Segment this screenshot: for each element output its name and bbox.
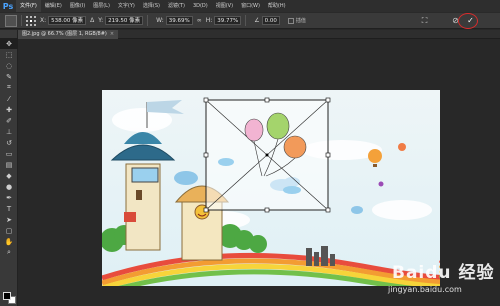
y-position-field[interactable]: 219.50 像素 (105, 16, 144, 25)
y-label: Y: (98, 17, 104, 24)
menu-layer[interactable]: 图层(L) (89, 0, 114, 12)
close-icon[interactable]: × (110, 31, 114, 37)
commit-highlight-circle (458, 13, 478, 29)
shape-icon[interactable]: ▢ (0, 225, 18, 236)
height-percent-field[interactable]: 39.77% (214, 16, 242, 25)
watermark-url: jingyan.baidu.com (388, 285, 462, 294)
path-select-icon[interactable]: ➤ (0, 214, 18, 225)
x-position-field[interactable]: 538.00 像素 (48, 16, 87, 25)
foreground-color-swatch[interactable] (3, 292, 11, 300)
menu-3d[interactable]: 3D(D) (189, 0, 212, 12)
photoshop-logo: Ps (2, 1, 14, 11)
menu-help[interactable]: 帮助(H) (264, 0, 290, 12)
h-label: H: (205, 17, 213, 24)
menu-filter[interactable]: 滤镜(T) (164, 0, 189, 12)
transform-tool-preset-icon[interactable] (5, 14, 17, 27)
hand-icon[interactable]: ✋ (0, 236, 18, 247)
baidu-jingyan-watermark: Baidu 经验 (392, 258, 494, 283)
eraser-icon[interactable]: ▭ (0, 148, 18, 159)
menu-select[interactable]: 选择(S) (139, 0, 164, 12)
move-icon[interactable]: ✥ (0, 38, 18, 49)
panel-grip (0, 30, 17, 38)
angle-icon: ∠ (254, 17, 260, 24)
menu-view[interactable]: 视图(V) (212, 0, 237, 12)
healing-icon[interactable]: ✚ (0, 104, 18, 115)
pen-icon[interactable]: ✒ (0, 192, 18, 203)
interpolation-checkbox[interactable] (287, 17, 294, 24)
clone-stamp-icon[interactable]: ⊥ (0, 126, 18, 137)
zoom-icon[interactable]: ⌕ (0, 247, 18, 258)
warp-mode-icon[interactable]: ⛶ (419, 15, 430, 26)
gradient-icon[interactable]: ▤ (0, 159, 18, 170)
reference-point-icon[interactable] (26, 15, 36, 26)
document-tab-bar: 图2.jpg @ 66.7% (图层 1, RGB/8#) × (18, 30, 500, 39)
tools-panel: ✥ ⬚ ◌ ✎ ⌗ ⁄ ✚ ✐ ⊥ ↺ ▭ ▤ ◆ ● ✒ T ➤ ▢ ✋ ⌕ (0, 30, 18, 306)
watermark-logo-text: Baidu 经验 (392, 263, 495, 283)
link-icon[interactable]: ∞ (197, 17, 202, 24)
menu-image[interactable]: 图像(I) (66, 0, 89, 12)
blur-icon[interactable]: ◆ (0, 170, 18, 181)
divider (245, 15, 247, 26)
document-tab-title: 图2.jpg @ 66.7% (图层 1, RGB/8#) (22, 31, 107, 37)
crop-icon[interactable]: ⌗ (0, 82, 18, 93)
marquee-icon[interactable]: ⬚ (0, 49, 18, 60)
menu-bar: Ps 文件(F) 编辑(E) 图像(I) 图层(L) 文字(Y) 选择(S) 滤… (0, 0, 500, 12)
dodge-icon[interactable]: ● (0, 181, 18, 192)
menu-type[interactable]: 文字(Y) (114, 0, 139, 12)
color-swatches[interactable] (3, 292, 17, 304)
options-bar: X: 538.00 像素 Δ Y: 219.50 像素 W: 39.69% ∞ … (0, 12, 500, 29)
menu-window[interactable]: 窗口(W) (237, 0, 264, 12)
width-percent-field[interactable]: 39.69% (165, 16, 193, 25)
quick-select-icon[interactable]: ✎ (0, 71, 18, 82)
menu-edit[interactable]: 编辑(E) (41, 0, 66, 12)
lasso-icon[interactable]: ◌ (0, 60, 18, 71)
menu-file[interactable]: 文件(F) (16, 0, 41, 12)
divider (147, 15, 149, 26)
eyedropper-icon[interactable]: ⁄ (0, 93, 18, 104)
document-tab[interactable]: 图2.jpg @ 66.7% (图层 1, RGB/8#) × (18, 30, 119, 39)
interpolation-label: 插值 (295, 18, 306, 24)
document-image[interactable] (102, 90, 440, 286)
history-brush-icon[interactable]: ↺ (0, 137, 18, 148)
brush-icon[interactable]: ✐ (0, 115, 18, 126)
delta-icon: Δ (90, 17, 95, 24)
w-label: W: (156, 17, 164, 24)
angle-field[interactable]: 0.00 (261, 16, 280, 25)
type-icon[interactable]: T (0, 203, 18, 214)
divider (21, 15, 22, 26)
x-label: X: (40, 17, 47, 24)
